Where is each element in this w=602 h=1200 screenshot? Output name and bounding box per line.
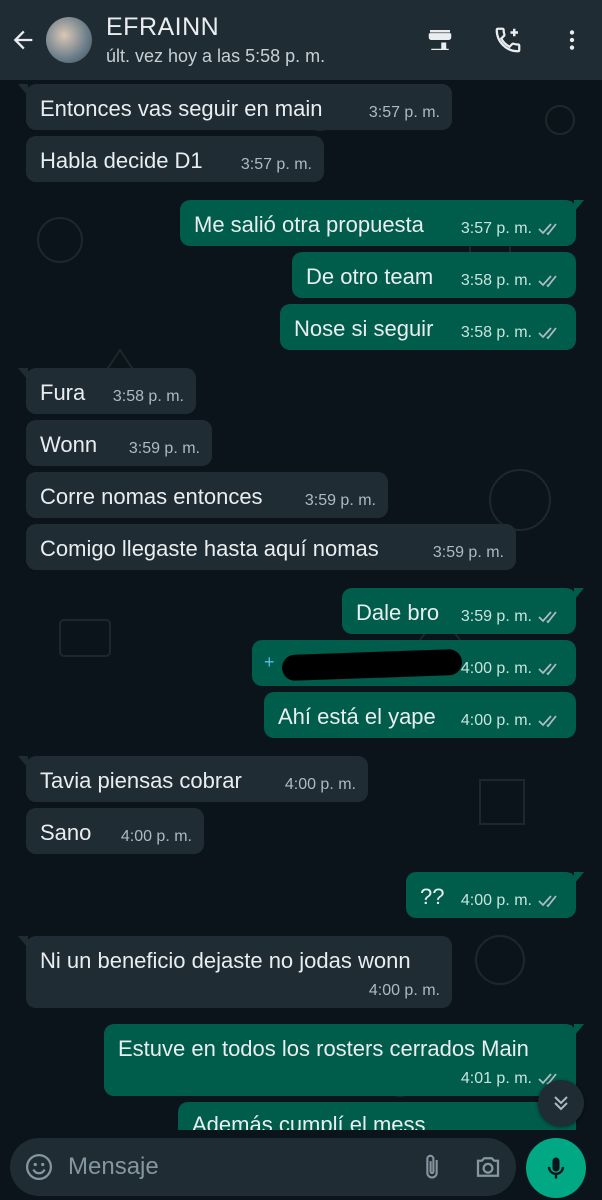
message-bubble-outgoing[interactable]: Dale bro 3:59 p. m. (342, 588, 584, 634)
message-bubble-incoming[interactable]: Tavia piensas cobrar 4:00 p. m. (18, 756, 368, 802)
redacted-content (281, 648, 463, 682)
message-input[interactable]: Mensaje (68, 1153, 404, 1181)
message-bubble-incoming[interactable]: Entonces vas seguir en main 3:57 p. m. (18, 84, 452, 130)
message-time: 3:57 p. m. (368, 104, 440, 121)
message-bubble-outgoing[interactable]: Además cumplí el mess (178, 1102, 576, 1130)
message-time: 3:58 p. m. (112, 388, 184, 405)
back-arrow-icon[interactable] (0, 0, 46, 80)
last-seen-status: últ. vez hoy a las 5:58 p. m. (106, 46, 326, 66)
message-text: Fura (40, 380, 86, 405)
message-text: Dale bro (356, 600, 440, 625)
message-time: 3:59 p. m. (460, 608, 532, 625)
message-text: Estuve en todos los rosters cerrados Mai… (118, 1036, 529, 1061)
message-bubble-outgoing[interactable]: ?? 4:00 p. m. (406, 872, 584, 918)
message-time: 3:58 p. m. (460, 272, 532, 289)
double-check-icon (538, 223, 557, 236)
message-text: Además cumplí el mess (192, 1112, 426, 1130)
message-text: De otro team (306, 264, 434, 289)
camera-icon[interactable] (460, 1138, 516, 1196)
message-bubble-outgoing[interactable]: Estuve en todos los rosters cerrados Mai… (104, 1024, 584, 1096)
message-time: 3:58 p. m. (460, 324, 532, 341)
message-bubble-incoming[interactable]: Sano 4:00 p. m. (26, 808, 204, 854)
message-text: Ahí está el yape (278, 704, 436, 729)
double-check-icon (538, 895, 557, 908)
message-time: 3:59 p. m. (304, 492, 376, 509)
message-text: Wonn (40, 432, 98, 457)
message-time: 4:00 p. m. (120, 828, 192, 845)
attach-icon[interactable] (404, 1138, 460, 1196)
message-time: 4:00 p. m. (460, 712, 532, 729)
more-vert-icon[interactable] (542, 0, 602, 80)
double-check-icon (538, 327, 557, 340)
message-text: Ni un beneficio dejaste no jodas wonn (40, 948, 411, 973)
contact-name: EFRAINN (106, 13, 220, 41)
message-time: 3:57 p. m. (460, 220, 532, 237)
message-bubble-incoming[interactable]: Habla decide D1 3:57 p. m. (26, 136, 324, 182)
message-bubble-outgoing[interactable]: De otro team 3:58 p. m. (292, 252, 576, 298)
contact-info[interactable]: EFRAINN últ. vez hoy a las 5:58 p. m. (106, 13, 406, 67)
message-time: 3:57 p. m. (240, 156, 312, 173)
double-check-icon (538, 715, 557, 728)
message-bubble-outgoing[interactable]: Ahí está el yape 4:00 p. m. (264, 692, 576, 738)
message-bubble-outgoing[interactable]: Me salió otra propuesta 3:57 p. m. (180, 200, 584, 246)
message-text: Sano (40, 820, 92, 845)
message-bubble-incoming[interactable]: Fura 3:58 p. m. (18, 368, 196, 414)
message-bubble-outgoing[interactable]: Nose si seguir 3:58 p. m. (280, 304, 576, 350)
message-time: 4:00 p. m. (284, 776, 356, 793)
message-text: Entonces vas seguir en main (40, 96, 323, 121)
message-bubble-incoming[interactable]: Corre nomas entonces 3:59 p. m. (26, 472, 388, 518)
redacted-number-prefix: + (264, 652, 275, 672)
microphone-icon (547, 1157, 565, 1179)
message-time: 3:59 p. m. (432, 544, 504, 561)
message-text: Habla decide D1 (40, 148, 203, 173)
message-bubble-incoming[interactable]: Comigo llegaste hasta aquí nomas 3:59 p.… (26, 524, 516, 570)
message-text: Me salió otra propuesta (194, 212, 424, 237)
scroll-to-bottom-button[interactable] (538, 1080, 584, 1126)
shop-icon[interactable] (406, 0, 474, 80)
message-bubble-incoming[interactable]: Wonn 3:59 p. m. (26, 420, 212, 466)
message-text: Corre nomas entonces (40, 484, 263, 509)
message-time: 4:01 p. m. (460, 1070, 532, 1087)
message-text: Comigo llegaste hasta aquí nomas (40, 536, 379, 561)
message-bubble-incoming[interactable]: Ni un beneficio dejaste no jodas wonn 4:… (18, 936, 452, 1008)
message-time: 4:00 p. m. (460, 660, 532, 677)
chat-header: EFRAINN últ. vez hoy a las 5:58 p. m. (0, 0, 602, 80)
message-time: 4:00 p. m. (368, 982, 440, 999)
avatar[interactable] (46, 17, 92, 63)
message-text: Nose si seguir (294, 316, 434, 341)
double-chevron-down-icon (554, 1096, 568, 1111)
mic-button[interactable] (526, 1138, 586, 1198)
message-bubble-outgoing[interactable]: + 4:00 p. m. (252, 640, 576, 686)
message-time: 3:59 p. m. (128, 440, 200, 457)
double-check-icon (538, 663, 557, 676)
composer-bar: Mensaje (0, 1130, 602, 1200)
message-time: 4:00 p. m. (460, 892, 532, 909)
chat-area[interactable]: Entonces vas seguir en main 3:57 p. m. H… (0, 80, 602, 1130)
double-check-icon (538, 611, 557, 624)
message-text: Tavia piensas cobrar (40, 768, 242, 793)
double-check-icon (538, 275, 557, 288)
message-input-container[interactable]: Mensaje (10, 1138, 516, 1196)
emoji-icon[interactable] (10, 1138, 68, 1196)
add-call-icon[interactable] (474, 0, 542, 80)
message-text: ?? (420, 884, 445, 909)
